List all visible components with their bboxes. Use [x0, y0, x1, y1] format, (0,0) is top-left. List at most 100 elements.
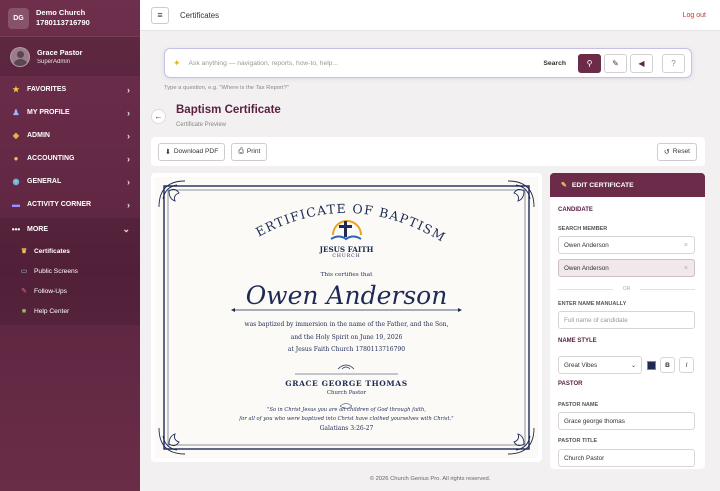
selected-member-chip[interactable]: Owen Anderson × — [558, 259, 695, 277]
help-button[interactable]: ? — [662, 53, 685, 73]
chevron-right-icon: › — [127, 107, 130, 118]
font-select[interactable]: Great Vibes ⌄ — [558, 356, 642, 374]
speaker-button[interactable]: ◀ — [630, 53, 653, 73]
search-button[interactable]: ⚲ — [578, 53, 601, 73]
download-pdf-label: Download PDF — [173, 148, 219, 155]
sidebar-item-general[interactable]: ◉ GENERAL › — [0, 170, 140, 193]
ellipsis-icon: ••• — [11, 225, 21, 234]
or-divider: OR — [558, 286, 695, 292]
back-button[interactable]: ← — [151, 109, 166, 124]
name-style-section-title: NAME STYLE — [558, 338, 597, 344]
certificate-pastor-name: GRACE GEORGE THOMAS — [285, 379, 408, 388]
pastor-name-label: PASTOR NAME — [558, 402, 599, 408]
sidebar-item-admin[interactable]: ◆ ADMIN › — [0, 124, 140, 147]
user-role: SuperAdmin — [37, 59, 71, 65]
reset-label: Reset — [672, 148, 690, 155]
page-title: Baptism Certificate — [176, 104, 281, 116]
user-card[interactable]: Grace Pastor SuperAdmin — [0, 37, 140, 76]
question-icon: ? — [671, 58, 676, 68]
pastor-section-title: PASTOR — [558, 381, 583, 387]
search-input[interactable]: Ask anything — navigation, reports, how-… — [189, 60, 544, 67]
sidebar-item-label: GENERAL — [27, 178, 62, 185]
brand-name: Demo Church — [36, 8, 86, 17]
sparkle-icon: ✦ — [173, 57, 181, 68]
arrow-left-icon: ← — [154, 112, 163, 121]
sidebar-item-label: ACTIVITY CORNER — [27, 201, 92, 208]
chevron-right-icon: › — [127, 153, 130, 164]
sidebar-item-favorites[interactable]: ★ FAVORITES › — [0, 78, 140, 101]
verse-line-1: "So in Christ Jesus you are all children… — [267, 407, 426, 413]
logout-link[interactable]: Log out — [683, 12, 706, 19]
search-button-label[interactable]: Search — [543, 60, 566, 67]
download-pdf-button[interactable]: ⬇ Download PDF — [158, 142, 226, 161]
pastor-title-input[interactable]: Church Pastor — [558, 449, 695, 467]
brand-header[interactable]: DG Demo Church 1780113716790 — [0, 0, 140, 37]
bold-toggle[interactable]: B — [660, 357, 675, 373]
footer-copyright: © 2026 Church Genius Pro. All rights res… — [369, 476, 491, 482]
star-icon: ★ — [12, 85, 20, 94]
church-logo-sub: CHURCH — [332, 254, 361, 259]
italic-toggle[interactable]: I — [679, 357, 694, 373]
verse-reference: Galatians 3:26-27 — [319, 425, 374, 432]
pencil-icon: ✎ — [561, 182, 567, 189]
print-button[interactable]: ⎙ Print — [231, 142, 268, 161]
sidebar-item-certificates[interactable]: ♛ Certificates — [0, 241, 140, 261]
user-name: Grace Pastor — [37, 48, 83, 57]
brand-initials: DG — [8, 7, 29, 29]
sidebar-item-label: Follow-Ups — [34, 287, 67, 295]
chevron-down-icon: ⌄ — [630, 362, 636, 369]
sidebar-item-more[interactable]: ••• MORE ⌄ — [0, 218, 140, 241]
church-logo-name: JESUS FAITH — [319, 245, 374, 254]
sidebar-nav: ★ FAVORITES › ♟ MY PROFILE › ◆ ADMIN › ●… — [0, 78, 140, 325]
pastor-title-label: PASTOR TITLE — [558, 438, 598, 444]
certifies-text: This certifies that — [320, 272, 373, 278]
pastor-name-input[interactable]: Grace george thomas — [558, 412, 695, 430]
manual-name-label: ENTER NAME MANUALLY — [558, 301, 627, 307]
menu-toggle-button[interactable]: ≡ — [151, 6, 169, 24]
certificate-heading: CERTIFICATE OF BAPTISM — [155, 177, 448, 245]
edit-certificate-panel: ✎ EDIT CERTIFICATE CANDIDATE SEARCH MEMB… — [550, 173, 705, 469]
pin-icon: ✎ — [21, 288, 27, 295]
clear-icon[interactable]: × — [684, 242, 688, 249]
speaker-icon: ◀ — [638, 58, 645, 68]
voice-button[interactable]: ✎ — [604, 53, 627, 73]
search-bar: ✦ Ask anything — navigation, reports, ho… — [164, 48, 692, 78]
microphone-icon: ✎ — [612, 58, 619, 68]
sidebar-item-my-profile[interactable]: ♟ MY PROFILE › — [0, 101, 140, 124]
search-hint: Type a question, e.g. "Where is the Tax … — [164, 85, 289, 91]
chevron-down-icon: ⌄ — [122, 224, 130, 234]
sidebar-item-accounting[interactable]: ● ACCOUNTING › — [0, 147, 140, 170]
sidebar-item-label: MORE — [27, 226, 48, 233]
sidebar-item-follow-ups[interactable]: ✎ Follow-Ups — [0, 281, 140, 301]
hamburger-icon: ≡ — [157, 10, 163, 20]
remove-icon[interactable]: × — [684, 265, 688, 272]
candidate-section-title: CANDIDATE — [558, 207, 593, 213]
sidebar-item-public-screens[interactable]: ▭ Public Screens — [0, 261, 140, 281]
print-label: Print — [246, 148, 261, 155]
search-member-input[interactable]: Owen Anderson × — [558, 236, 695, 254]
money-bag-icon: ● — [13, 154, 19, 163]
chevron-right-icon: › — [127, 130, 130, 141]
page-subtitle: Certificate Preview — [176, 122, 227, 128]
name-style-controls: Great Vibes ⌄ B I — [558, 356, 695, 374]
certificate-line-2: and the Holy Spirit on June 19, 2026 — [290, 334, 403, 341]
sidebar-item-label: Help Center — [34, 307, 70, 315]
sidebar-item-label: FAVORITES — [27, 86, 67, 93]
color-swatch[interactable] — [647, 360, 656, 370]
user-icon: ♟ — [12, 108, 20, 117]
globe-icon: ◉ — [12, 177, 20, 186]
selected-member-value: Owen Anderson — [564, 264, 609, 272]
manual-name-input[interactable]: Full name of candidate — [558, 311, 695, 329]
search-member-value: Owen Anderson — [564, 241, 609, 249]
reset-button[interactable]: ↺ Reset — [656, 142, 697, 161]
page-title-topbar: Certificates — [180, 10, 219, 20]
edit-panel-title: EDIT CERTIFICATE — [571, 181, 634, 189]
edit-panel-header: ✎ EDIT CERTIFICATE — [550, 173, 705, 197]
sidebar-item-label: ADMIN — [27, 132, 50, 139]
certificate-pastor-title: Church Pastor — [326, 390, 367, 396]
sidebar-item-help-center[interactable]: ■ Help Center — [0, 301, 140, 321]
chevron-right-icon: › — [127, 176, 130, 187]
help-icon: ■ — [21, 307, 27, 315]
sidebar-item-activity-corner[interactable]: ▬ ACTIVITY CORNER › — [0, 193, 140, 216]
printer-icon: ⎙ — [238, 147, 244, 155]
